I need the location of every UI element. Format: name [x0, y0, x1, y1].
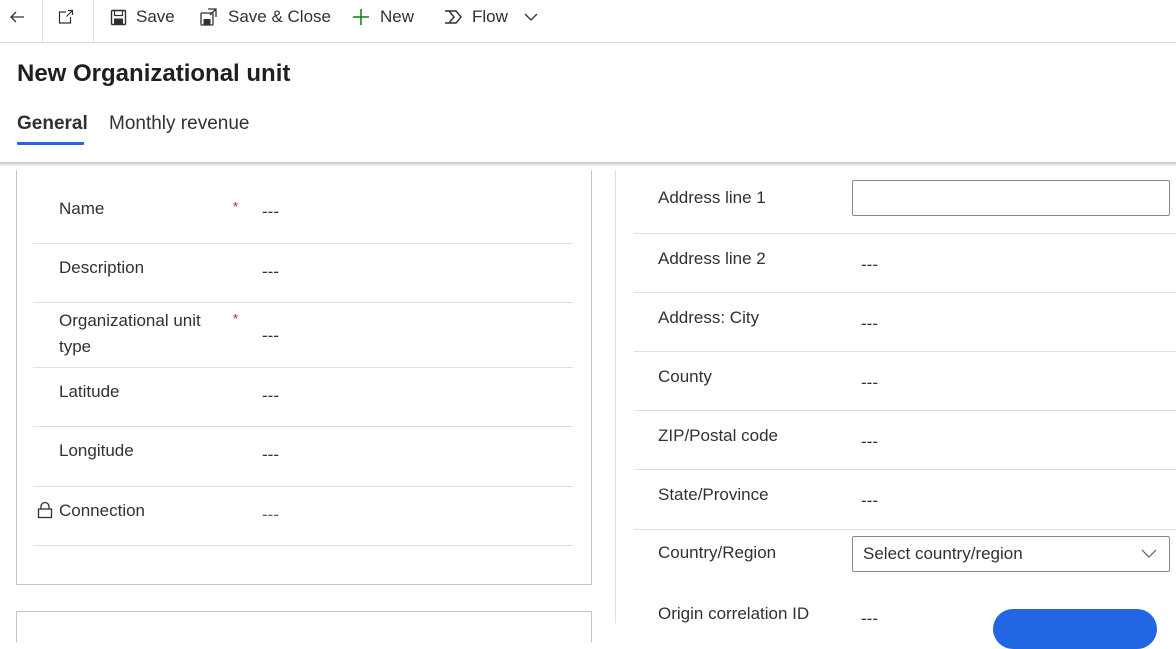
field-label: Latitude	[59, 382, 120, 401]
description-field[interactable]: ---	[262, 262, 279, 282]
save-label: Save	[136, 7, 175, 26]
flow-label: Flow	[472, 7, 508, 26]
field-label: type	[59, 337, 92, 356]
header-divider	[0, 162, 1176, 167]
save-and-close-icon	[200, 8, 217, 26]
country-region-select[interactable]: Select country/region	[852, 536, 1170, 572]
flow-icon	[445, 10, 462, 24]
field-label: Address line 2	[658, 249, 766, 268]
organizational-unit-type-field[interactable]: ---	[262, 326, 279, 346]
field-row-country-region[interactable]: Country/Region Select country/region	[634, 530, 1176, 590]
back-arrow-icon	[10, 11, 24, 23]
field-row-county[interactable]: County ---	[634, 352, 1176, 411]
save-and-close-label: Save & Close	[228, 7, 331, 26]
flow-button[interactable]: Flow	[443, 0, 538, 34]
origin-correlation-id-field[interactable]: ---	[861, 609, 878, 629]
required-indicator: *	[233, 311, 239, 326]
page-title: New Organizational unit	[17, 60, 291, 87]
field-label: Address line 1	[658, 188, 766, 207]
field-row-state-province[interactable]: State/Province ---	[634, 470, 1176, 530]
field-row-address-line-2[interactable]: Address line 2 ---	[634, 234, 1176, 293]
toolbar-divider	[93, 0, 94, 42]
connection-field: ---	[262, 505, 279, 524]
field-row-organizational-unit-type[interactable]: Organizational unit type * ---	[33, 303, 573, 368]
field-label: ZIP/Postal code	[658, 426, 779, 445]
toolbar-divider	[42, 0, 43, 42]
floating-action-button[interactable]	[993, 609, 1157, 649]
field-row-latitude[interactable]: Latitude ---	[33, 368, 573, 427]
field-label: Country/Region	[658, 543, 777, 562]
new-button[interactable]: New	[351, 0, 414, 34]
command-bar: Save Save & Close New Flow	[0, 0, 1176, 43]
save-icon	[110, 9, 127, 25]
back-button[interactable]	[8, 0, 26, 34]
active-tab-indicator	[17, 142, 84, 145]
field-row-connection: Connection ---	[33, 487, 573, 546]
address-city-field[interactable]: ---	[861, 314, 878, 334]
field-label: State/Province	[658, 485, 769, 504]
name-field[interactable]: ---	[262, 202, 279, 222]
column-divider	[615, 170, 616, 623]
country-region-placeholder: Select country/region	[863, 544, 1023, 563]
chevron-down-icon[interactable]	[524, 12, 538, 22]
field-row-address-line-1[interactable]: Address line 1	[634, 170, 1176, 234]
field-row-longitude[interactable]: Longitude ---	[33, 427, 573, 487]
field-label: Name	[59, 199, 105, 218]
longitude-field[interactable]: ---	[262, 445, 279, 465]
plus-icon	[353, 9, 369, 25]
field-label: County	[658, 367, 712, 386]
open-in-new-window-icon	[58, 9, 74, 24]
save-button[interactable]: Save	[110, 0, 175, 34]
open-in-new-window-button[interactable]	[57, 0, 75, 34]
field-label: Origin correlation ID	[658, 604, 810, 623]
address-line-1-input[interactable]	[852, 180, 1170, 216]
next-section	[16, 611, 592, 642]
field-label: Organizational unit	[59, 311, 201, 330]
latitude-field[interactable]: ---	[262, 386, 279, 406]
lock-icon	[37, 501, 53, 519]
field-row-name[interactable]: Name * ---	[33, 180, 573, 244]
field-row-address-city[interactable]: Address: City ---	[634, 293, 1176, 352]
county-field[interactable]: ---	[861, 373, 878, 393]
field-label: Description	[59, 258, 145, 277]
tab-general[interactable]: General	[17, 113, 88, 135]
field-row-description[interactable]: Description ---	[33, 244, 573, 303]
field-label: Connection	[59, 501, 146, 520]
chevron-down-icon	[1141, 549, 1157, 558]
new-label: New	[380, 7, 415, 26]
save-and-close-button[interactable]: Save & Close	[199, 0, 331, 34]
required-indicator: *	[233, 199, 239, 214]
field-row-zip-postal-code[interactable]: ZIP/Postal code ---	[634, 411, 1176, 470]
field-label: Address: City	[658, 308, 760, 327]
tab-monthly-revenue[interactable]: Monthly revenue	[109, 113, 249, 135]
state-province-field[interactable]: ---	[861, 491, 878, 511]
zip-postal-code-field[interactable]: ---	[861, 432, 878, 452]
address-line-2-field[interactable]: ---	[861, 255, 878, 275]
field-label: Longitude	[59, 441, 134, 460]
